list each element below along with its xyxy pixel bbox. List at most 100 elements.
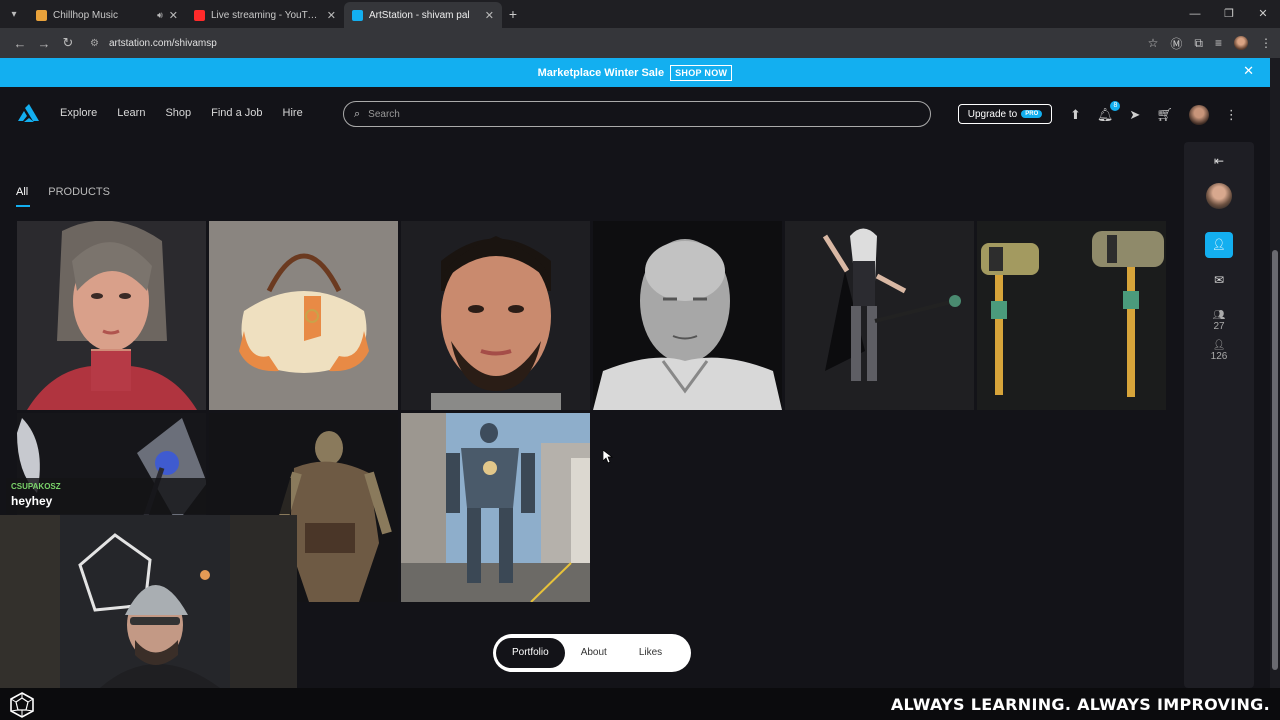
notification-badge: 8 (1110, 101, 1121, 111)
site-header: Explore Learn Shop Find a Job Hire ⌕ Sea… (0, 87, 1270, 142)
browser-menu-icon[interactable]: ⋮ (1260, 36, 1272, 50)
upgrade-button[interactable]: Upgrade to PRO (958, 104, 1052, 124)
nav-shop[interactable]: Shop (165, 107, 191, 119)
pro-badge: PRO (1021, 110, 1043, 118)
mouse-cursor-icon (603, 450, 613, 464)
nav-learn[interactable]: Learn (117, 107, 145, 119)
artwork-handbag (209, 221, 398, 410)
tab-about[interactable]: About (565, 638, 623, 668)
site-settings-icon[interactable]: ⚙ (90, 38, 99, 49)
maximize-icon[interactable]: ❐ (1212, 0, 1246, 28)
artwork-tile[interactable] (977, 221, 1166, 410)
browser-tab-chillhop[interactable]: Chillhop Music 🔊︎ ✕ (28, 2, 186, 28)
youtube-favicon-icon (194, 9, 205, 21)
followers-stat[interactable]: 👥︎ 27 (1184, 310, 1254, 332)
stream-logo-icon (10, 692, 34, 718)
browser-tab-bar: ▾ Chillhop Music 🔊︎ ✕ Live streaming - Y… (0, 0, 1280, 28)
webcam-overlay (0, 515, 297, 688)
artwork-tile[interactable] (401, 221, 590, 410)
cart-icon[interactable]: 🛒︎ (1156, 107, 1173, 123)
new-tab-button[interactable]: + (502, 6, 524, 22)
extensions-puzzle-icon[interactable]: ⧉ (1194, 36, 1203, 51)
reload-icon[interactable]: ↻ (56, 35, 80, 51)
profile-section-nav: Portfolio About Likes (493, 634, 691, 672)
artwork-mech-robot (401, 413, 590, 602)
browser-actions: ☆ Ⓜ ⧉ ≡ ⋮ (1148, 28, 1272, 58)
back-icon[interactable]: ← (8, 36, 32, 51)
artwork-tile[interactable] (17, 221, 206, 410)
collapse-sidebar-icon[interactable]: ⇤ (1184, 154, 1254, 168)
more-menu-icon[interactable]: ⋮ (1225, 107, 1238, 123)
tab-title: ArtStation - shivam pal (369, 9, 470, 21)
speaker-icon[interactable]: 🔊︎ (157, 10, 163, 21)
browser-tab-artstation[interactable]: ArtStation - shivam pal ✕ (344, 2, 502, 28)
search-icon: ⌕ (354, 107, 361, 120)
following-count: 126 (1210, 351, 1228, 362)
main-nav: Explore Learn Shop Find a Job Hire (60, 107, 303, 119)
filter-tabs: All PRODUCTS (16, 186, 110, 198)
tab-products[interactable]: PRODUCTS (48, 186, 110, 198)
tab-all[interactable]: All (16, 186, 28, 198)
close-banner-icon[interactable]: ✕ (1243, 63, 1254, 79)
following-stat[interactable]: 👤︎ 126 (1184, 340, 1254, 362)
close-tab-icon[interactable]: ✕ (169, 9, 178, 22)
search-placeholder: Search (368, 108, 400, 120)
artwork-female-warrior (785, 221, 974, 410)
stream-slogan: ALWAYS LEARNING. ALWAYS IMPROVING. (890, 695, 1270, 714)
promo-text: Marketplace Winter Sale (537, 66, 665, 79)
send-message-icon[interactable]: ➤ (1129, 107, 1140, 123)
minimize-icon[interactable]: — (1178, 0, 1212, 28)
window-controls: — ❐ ✕ (1178, 0, 1280, 28)
url-field[interactable]: ⚙ artstation.com/shivamsp (90, 38, 217, 49)
tab-portfolio[interactable]: Portfolio (496, 638, 565, 668)
followers-count: 27 (1213, 321, 1225, 332)
profile-avatar-icon[interactable] (1234, 36, 1248, 50)
scrollbar-thumb[interactable] (1272, 250, 1278, 670)
message-envelope-icon[interactable]: ✉ (1184, 273, 1254, 287)
artwork-tile[interactable] (209, 221, 398, 410)
upload-icon[interactable]: ⬆ (1070, 107, 1081, 123)
notifications-bell-icon[interactable]: 🔔︎ 8 (1097, 101, 1121, 123)
forward-icon[interactable]: → (32, 36, 56, 51)
close-tab-icon[interactable]: ✕ (327, 9, 336, 22)
upgrade-label: Upgrade to (967, 108, 1018, 120)
tab-title: Live streaming - YouTube Studio (211, 9, 321, 21)
artstation-favicon-icon (352, 9, 363, 21)
profile-sidebar: ⇤ 👤︎ ✉ 👥︎ 27 👤︎ 126 (1184, 142, 1254, 688)
close-window-icon[interactable]: ✕ (1246, 0, 1280, 28)
artwork-tile[interactable] (593, 221, 782, 410)
address-bar: ← → ↻ ⚙ artstation.com/shivamsp ☆ Ⓜ ⧉ ≡ … (0, 28, 1280, 58)
browser-tab-youtube[interactable]: Live streaming - YouTube Studio ✕ (186, 2, 344, 28)
screen: ▾ Chillhop Music 🔊︎ ✕ Live streaming - Y… (0, 0, 1280, 720)
tab-likes[interactable]: Likes (623, 638, 678, 668)
webcam-feed (0, 515, 297, 688)
user-avatar[interactable] (1188, 105, 1209, 125)
tab-search-icon[interactable]: ▾ (0, 0, 28, 28)
bookmark-star-icon[interactable]: ☆ (1148, 36, 1159, 50)
nav-explore[interactable]: Explore (60, 107, 97, 119)
artwork-woman-bust (17, 221, 206, 410)
active-tab-indicator (16, 205, 30, 207)
profile-avatar[interactable] (1206, 183, 1232, 209)
tab-title: Chillhop Music (53, 9, 119, 21)
artstation-logo-icon[interactable] (16, 104, 40, 124)
shop-now-button[interactable]: SHOP NOW (670, 64, 733, 81)
chillhop-favicon-icon (36, 9, 47, 21)
header-actions: ⬆ 🔔︎ 8 ➤ 🛒︎ ⋮ (1070, 101, 1238, 125)
nav-find-a-job[interactable]: Find a Job (211, 107, 262, 119)
followers-icon: 👥︎ (1212, 310, 1226, 321)
chat-username: CSUPAKOSZ (11, 482, 61, 491)
nav-hire[interactable]: Hire (283, 107, 303, 119)
artwork-tile[interactable] (401, 413, 590, 602)
url-text: artstation.com/shivamsp (108, 37, 217, 49)
search-input[interactable]: ⌕ Search (343, 101, 931, 127)
chat-text: heyhey (11, 494, 53, 508)
follow-user-icon[interactable]: 👤︎ (1205, 232, 1233, 258)
artwork-tile[interactable] (785, 221, 974, 410)
close-tab-icon[interactable]: ✕ (485, 9, 494, 22)
extension-m-icon[interactable]: Ⓜ (1170, 35, 1182, 52)
chat-message-overlay: CSUPAKOSZ heyhey (6, 478, 291, 514)
artwork-bearded-man (401, 221, 590, 410)
artwork-old-man-sculpt (593, 221, 782, 410)
reading-list-icon[interactable]: ≡ (1215, 36, 1222, 50)
